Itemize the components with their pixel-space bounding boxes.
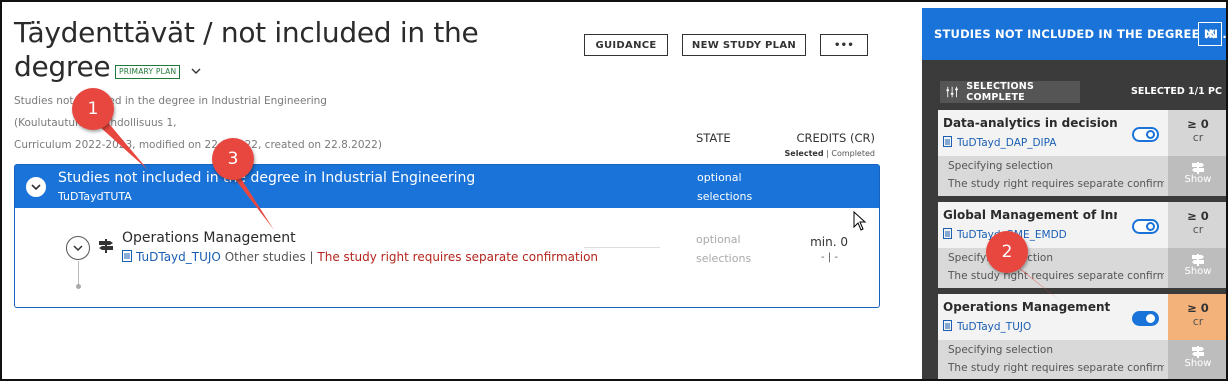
callout-arrows <box>100 120 1062 302</box>
callout-marker: 1 <box>72 88 114 130</box>
callout-marker: 2 <box>986 231 1028 273</box>
callout-arrow <box>100 120 148 170</box>
callout-marker: 3 <box>212 138 254 180</box>
screenshot-frame: Täydenttävät / not included in the degre… <box>0 0 1228 381</box>
